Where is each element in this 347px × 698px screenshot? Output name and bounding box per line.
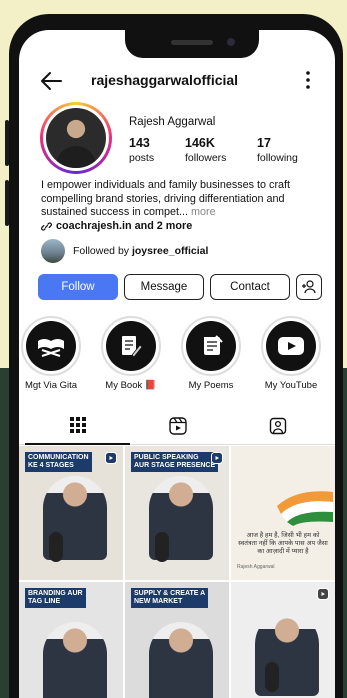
post-caption: SUPPLY & CREATE A NEW MARKET [131, 588, 209, 608]
reel-badge-icon [317, 588, 329, 600]
profile-actions: Follow Message Contact [38, 274, 328, 300]
back-arrow-icon[interactable] [39, 70, 63, 92]
follow-button[interactable]: Follow [38, 274, 118, 300]
post-thumbnail[interactable] [231, 582, 335, 698]
profile-link-text: coachrajesh.in and 2 more [56, 220, 193, 232]
message-button[interactable]: Message [124, 274, 204, 300]
front-camera [227, 38, 235, 46]
post-speaker-figure [149, 622, 213, 698]
youtube-icon [278, 337, 304, 355]
tagged-icon [269, 417, 286, 435]
post-thumbnail[interactable]: PUBLIC SPEAKING AUR STAGE PRESENCE [125, 446, 229, 580]
profile-avatar[interactable] [40, 102, 112, 174]
suggest-user-button[interactable] [296, 274, 322, 300]
contact-button[interactable]: Contact [210, 274, 290, 300]
highlight-mgt-via-gita[interactable]: Mgt Via Gita [19, 316, 87, 391]
highlight-label: My YouTube [264, 380, 318, 391]
post-quote-text: आज है हम है, जिसी भी हम को स्वतंत्रता नह… [238, 532, 328, 555]
bio-line: I empower individuals and family busines… [41, 179, 291, 191]
tab-tagged[interactable] [225, 407, 330, 445]
followed-by-user: joysree_official [131, 245, 209, 257]
follower-avatar [41, 239, 65, 263]
add-user-icon [302, 280, 316, 294]
phone-screen: rajeshaggarwalofficial Rajesh Aggarwal 1… [19, 30, 335, 698]
following-stat[interactable]: 17 following [257, 136, 298, 164]
microphone-icon [155, 532, 169, 562]
post-caption: COMMUNICATION KE 4 STAGES [25, 452, 92, 472]
highlight-my-poems[interactable]: My Poems [175, 316, 247, 391]
profile-link[interactable]: coachrajesh.in and 2 more [41, 220, 192, 232]
grid-icon [69, 417, 86, 433]
story-highlights: Mgt Via Gita My Book 📕 My Poems My YouTu… [19, 316, 335, 396]
post-thumbnail[interactable]: COMMUNICATION KE 4 STAGES [19, 446, 123, 580]
bio-line: sustained success in compet... [41, 206, 189, 218]
post-thumbnail[interactable]: SUPPLY & CREATE A NEW MARKET [125, 582, 229, 698]
bio-more-link[interactable]: more [191, 206, 216, 218]
book-stand-icon [38, 339, 64, 357]
post-speaker-figure [43, 622, 107, 698]
reel-badge-icon [105, 452, 117, 464]
writing-hand-icon [122, 336, 143, 358]
phone-notch [125, 30, 259, 58]
profile-username: rajeshaggarwalofficial [91, 72, 239, 88]
microphone-icon [265, 662, 279, 692]
highlight-label: My Poems [188, 380, 234, 391]
phone-side-button [5, 120, 9, 166]
profile-photo [46, 108, 106, 168]
post-caption: BRANDING AUR TAG LINE [25, 588, 86, 608]
post-signature: Rajesh Aggarwal [237, 564, 275, 570]
highlight-label: My Book 📕 [105, 380, 157, 391]
bio-line: compelling brand stories, driving differ… [41, 192, 285, 205]
post-caption: PUBLIC SPEAKING AUR STAGE PRESENCE [131, 452, 219, 472]
microphone-icon [49, 532, 63, 562]
profile-header: rajeshaggarwalofficial [19, 66, 335, 96]
posts-grid: COMMUNICATION KE 4 STAGES PUBLIC SPEAKIN… [19, 446, 335, 698]
post-thumbnail[interactable]: BRANDING AUR TAG LINE [19, 582, 123, 698]
posts-label: posts [129, 152, 155, 164]
highlight-label: Mgt Via Gita [24, 380, 78, 391]
link-icon [41, 221, 52, 231]
more-options-icon[interactable] [305, 70, 311, 90]
phone-side-button [5, 180, 9, 226]
display-name: Rajesh Aggarwal [129, 116, 216, 128]
reels-icon [168, 417, 187, 435]
speaker-grille [171, 40, 213, 45]
followed-by[interactable]: Followed by joysree_official [41, 239, 208, 263]
tab-posts-grid[interactable] [25, 407, 130, 445]
profile-tabs [19, 407, 335, 445]
followers-count: 146K [185, 136, 215, 150]
reel-badge-icon [211, 452, 223, 464]
indian-flag-graphic [277, 491, 333, 526]
following-label: following [257, 152, 298, 164]
followers-label: followers [185, 152, 227, 164]
posts-stat[interactable]: 143 posts [129, 136, 154, 164]
followers-stat[interactable]: 146K followers [185, 136, 226, 164]
post-thumbnail[interactable]: आज है हम है, जिसी भी हम को स्वतंत्रता नह… [231, 446, 335, 580]
tab-reels[interactable] [125, 407, 230, 445]
highlight-my-book[interactable]: My Book 📕 [95, 316, 167, 391]
profile-bio: I empower individuals and family busines… [41, 179, 311, 220]
posts-count: 143 [129, 136, 150, 150]
highlight-my-youtube[interactable]: My YouTube [255, 316, 327, 391]
following-count: 17 [257, 136, 271, 150]
scroll-icon [204, 335, 223, 355]
followed-by-prefix: Followed by [73, 245, 130, 257]
